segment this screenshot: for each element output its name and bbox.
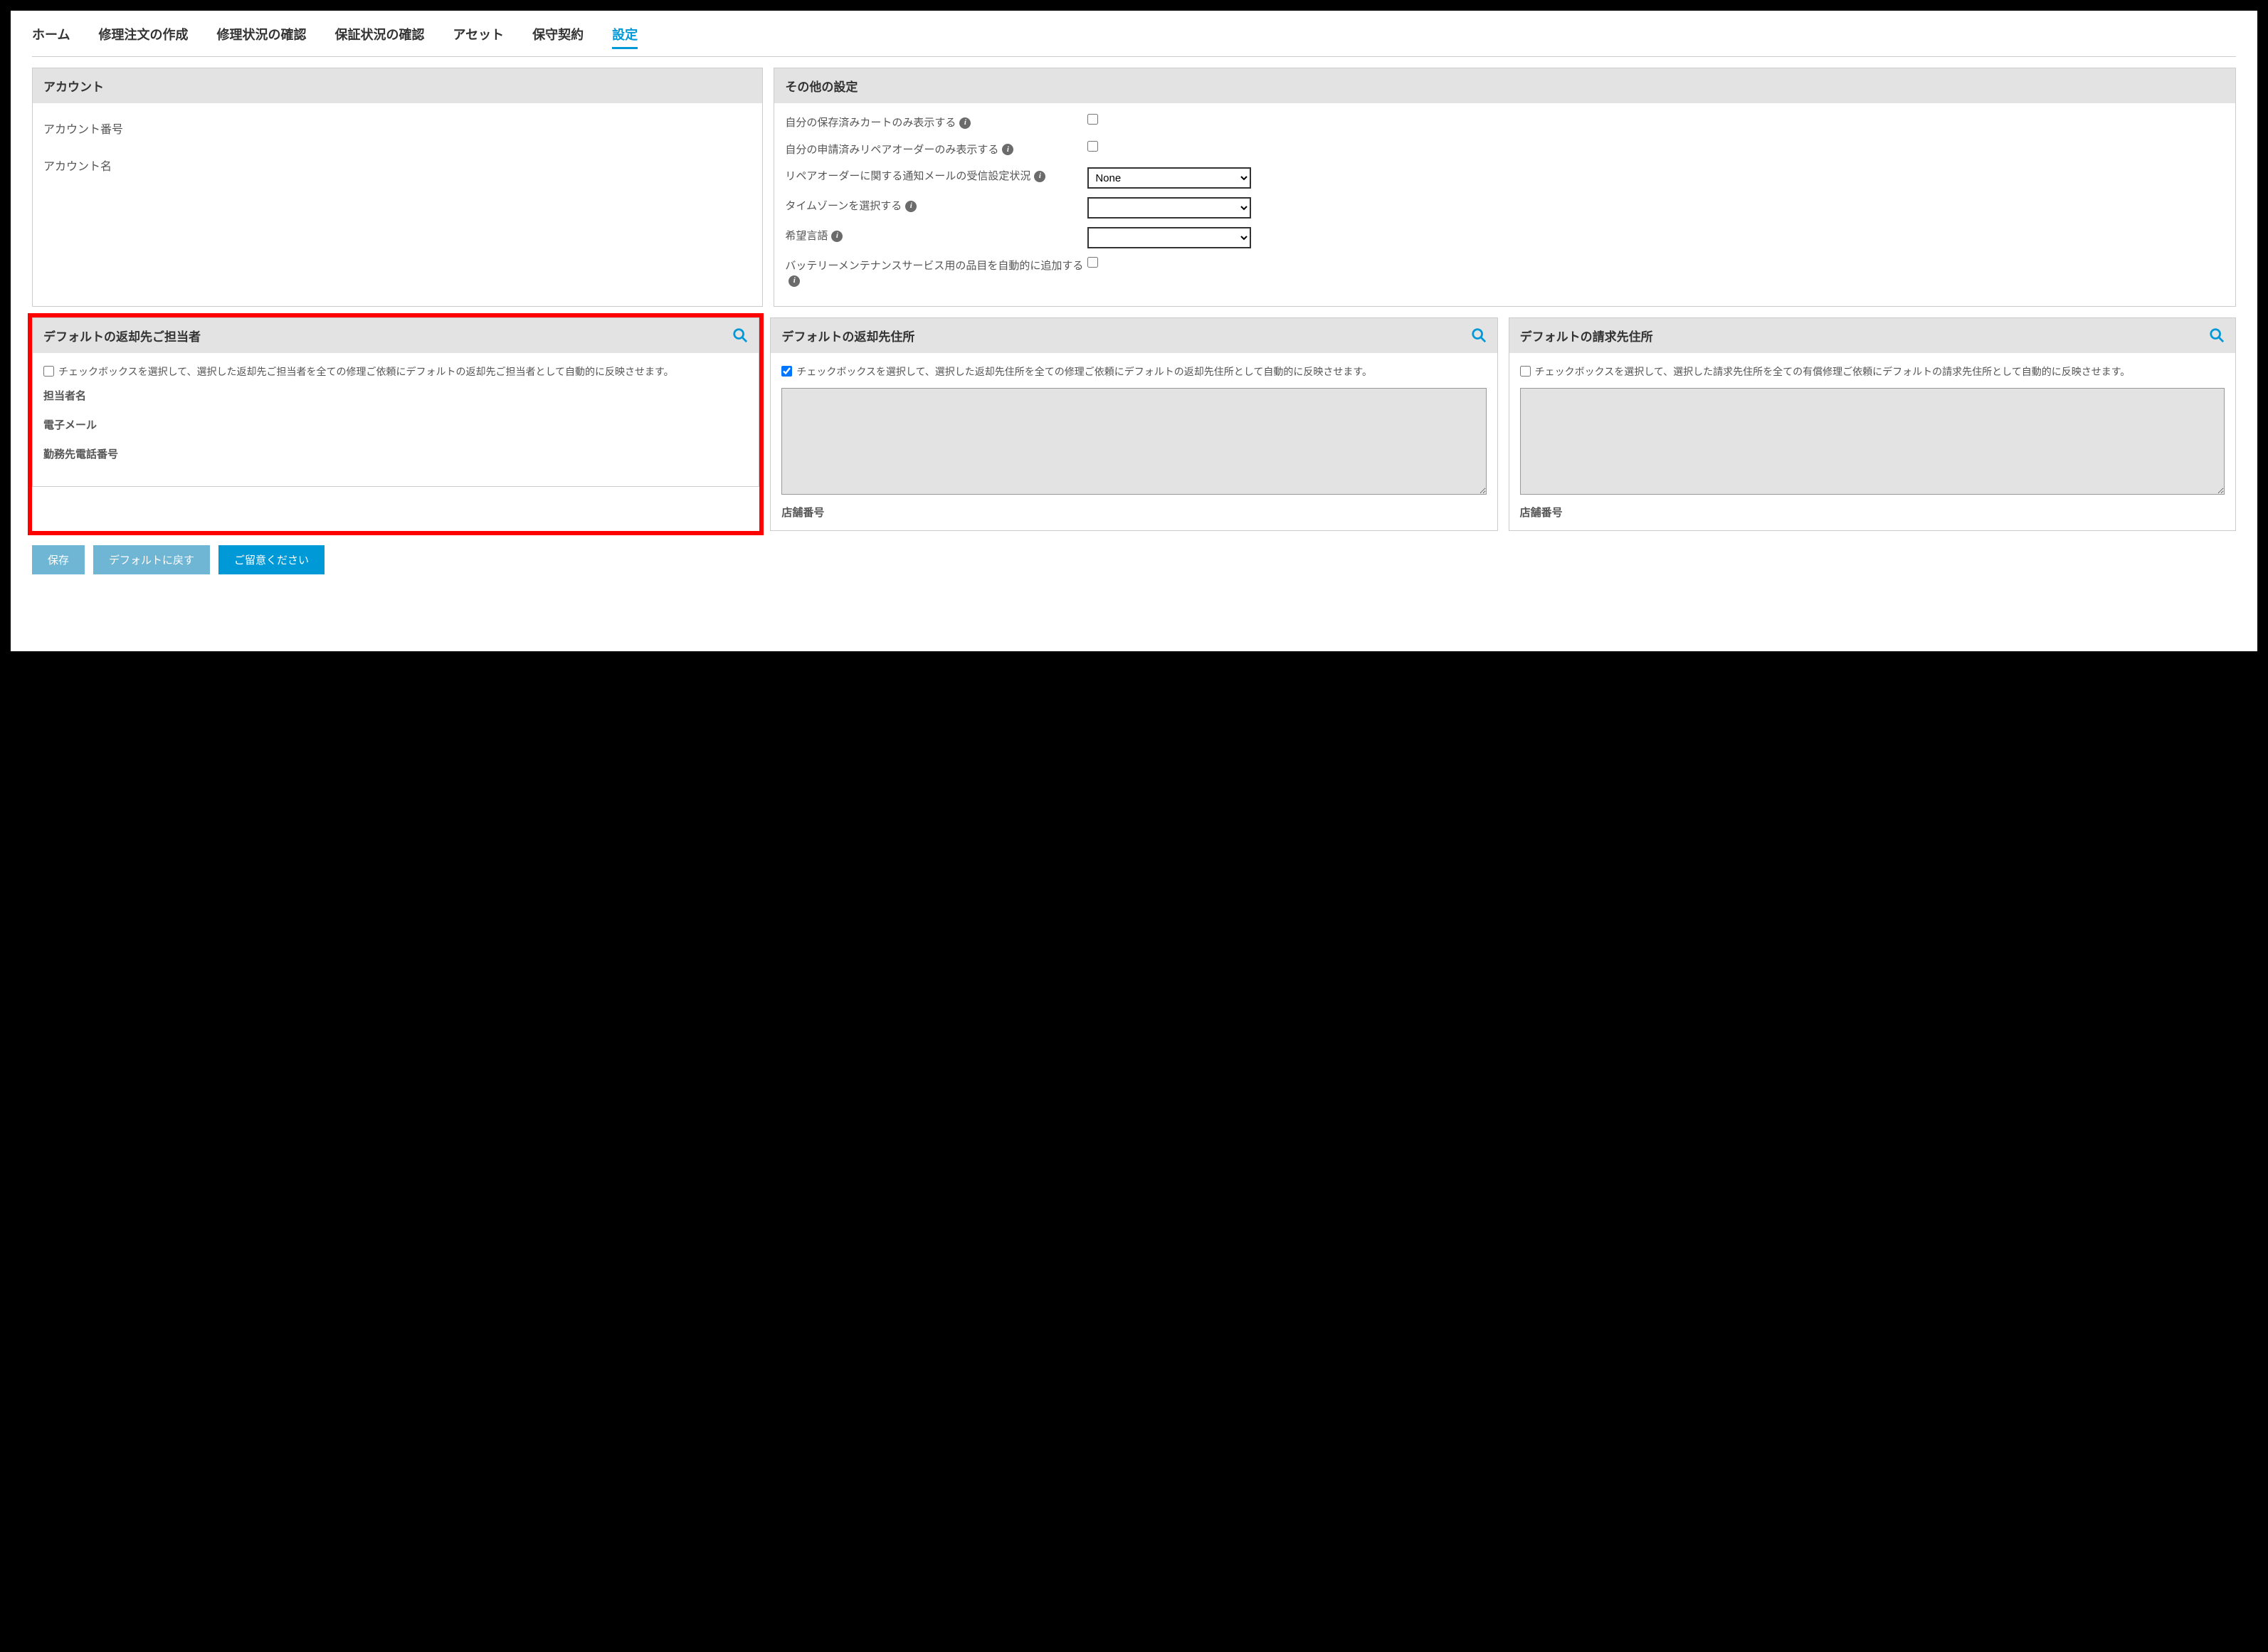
- info-icon[interactable]: [905, 201, 917, 212]
- other-settings-panel: その他の設定 自分の保存済みカートのみ表示する 自分の申請済みリペアオーダーのみ…: [774, 68, 2236, 307]
- tab-warranty-status[interactable]: 保証状況の確認: [334, 25, 424, 49]
- default-return-contact-title: デフォルトの返却先ご担当者: [43, 327, 201, 344]
- info-icon[interactable]: [831, 231, 843, 242]
- info-icon[interactable]: [788, 275, 800, 287]
- return-contact-checkbox[interactable]: [43, 366, 54, 377]
- account-number-label: アカウント番号: [43, 114, 751, 151]
- show-own-repair-orders-checkbox[interactable]: [1087, 141, 1098, 152]
- repair-notification-select[interactable]: None: [1087, 167, 1251, 189]
- button-row: 保存 デフォルトに戻す ご留意ください: [32, 545, 2236, 574]
- tab-repair-status[interactable]: 修理状況の確認: [216, 25, 306, 49]
- billing-address-textarea[interactable]: [1520, 388, 2225, 495]
- contact-name-label: 担当者名: [43, 388, 748, 403]
- language-label: 希望言語: [785, 227, 828, 246]
- tab-assets[interactable]: アセット: [453, 25, 504, 49]
- default-billing-address-panel: デフォルトの請求先住所 チェックボックスを選択して、選択した請求先住所を全ての有…: [1509, 317, 2236, 531]
- email-label: 電子メール: [43, 417, 748, 432]
- return-contact-checkbox-text: チェックボックスを選択して、選択した返却先ご担当者を全ての修理ご依頼にデフォルト…: [58, 364, 674, 379]
- search-icon[interactable]: [2209, 327, 2225, 343]
- billing-store-label: 店舗番号: [1520, 505, 2225, 520]
- tab-settings[interactable]: 設定: [612, 25, 638, 49]
- default-billing-address-title: デフォルトの請求先住所: [1520, 327, 1653, 344]
- show-own-repair-orders-label: 自分の申請済みリペアオーダーのみ表示する: [785, 141, 998, 159]
- return-address-checkbox-text: チェックボックスを選択して、選択した返却先住所を全ての修理ご依頼にデフォルトの返…: [796, 364, 1372, 379]
- default-return-address-panel: デフォルトの返却先住所 チェックボックスを選択して、選択した返却先住所を全ての修…: [770, 317, 1497, 531]
- show-own-carts-label: 自分の保存済みカートのみ表示する: [785, 114, 956, 132]
- timezone-label: タイムゾーンを選択する: [785, 197, 902, 216]
- note-button[interactable]: ご留意ください: [218, 545, 325, 574]
- info-icon[interactable]: [1034, 171, 1045, 182]
- timezone-select[interactable]: [1087, 197, 1251, 219]
- search-icon[interactable]: [1471, 327, 1487, 343]
- battery-service-label: バッテリーメンテナンスサービス用の品目を自動的に追加する: [785, 257, 1083, 275]
- info-icon[interactable]: [1002, 144, 1013, 155]
- default-return-contact-panel: デフォルトの返却先ご担当者 チェックボックスを選択して、選択した返却先ご担当者を…: [32, 317, 759, 487]
- account-header: アカウント: [33, 68, 762, 103]
- return-store-label: 店舗番号: [781, 505, 1486, 520]
- default-return-address-title: デフォルトの返却先住所: [781, 327, 914, 344]
- return-address-textarea[interactable]: [781, 388, 1486, 495]
- tab-create-repair[interactable]: 修理注文の作成: [98, 25, 188, 49]
- info-icon[interactable]: [959, 117, 971, 129]
- account-panel: アカウント アカウント番号 アカウント名: [32, 68, 763, 307]
- tab-maintenance[interactable]: 保守契約: [532, 25, 584, 49]
- tab-home[interactable]: ホーム: [32, 25, 70, 49]
- save-button[interactable]: 保存: [32, 545, 85, 574]
- battery-service-checkbox[interactable]: [1087, 257, 1098, 268]
- billing-address-checkbox-text: チェックボックスを選択して、選択した請求先住所を全ての有償修理ご依頼にデフォルト…: [1535, 364, 2131, 379]
- search-icon[interactable]: [732, 327, 748, 343]
- other-settings-header: その他の設定: [774, 68, 2235, 103]
- account-name-label: アカウント名: [43, 151, 751, 188]
- reset-button[interactable]: デフォルトに戻す: [93, 545, 210, 574]
- return-address-checkbox[interactable]: [781, 366, 792, 377]
- language-select[interactable]: [1087, 227, 1251, 248]
- nav-tabs: ホーム 修理注文の作成 修理状況の確認 保証状況の確認 アセット 保守契約 設定: [32, 18, 2236, 57]
- show-own-carts-checkbox[interactable]: [1087, 114, 1098, 125]
- billing-address-checkbox[interactable]: [1520, 366, 1531, 377]
- repair-notification-label: リペアオーダーに関する通知メールの受信設定状況: [785, 167, 1030, 186]
- work-phone-label: 勤務先電話番号: [43, 446, 748, 461]
